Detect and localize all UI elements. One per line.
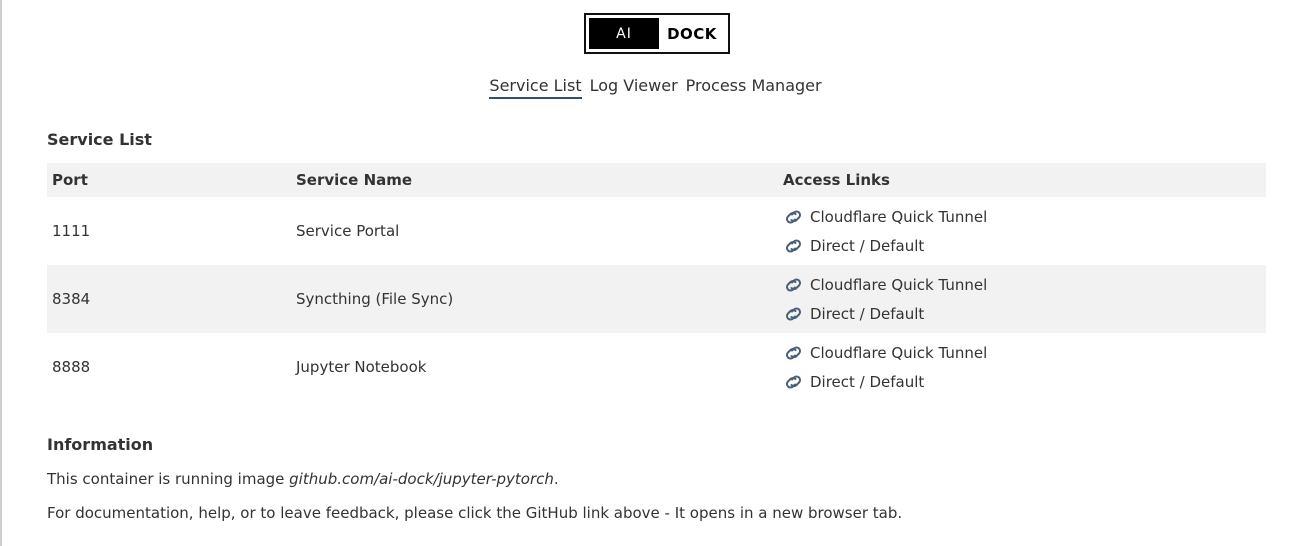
service-name-cell: Service Portal (296, 222, 400, 240)
information-heading: Information (47, 435, 154, 454)
page: AI DOCK Service List Log Viewer Process … (0, 0, 1307, 546)
direct-default-link[interactable]: Direct / Default (783, 231, 1261, 260)
documentation-text: For documentation, help, or to leave fee… (47, 504, 903, 522)
link-label: Direct / Default (810, 372, 925, 391)
port-cell: 8384 (52, 290, 91, 308)
port-cell: 8888 (52, 358, 91, 376)
cloudflare-tunnel-link[interactable]: Cloudflare Quick Tunnel (783, 270, 1261, 299)
image-text-suffix: . (553, 470, 559, 488)
ai-dock-logo: AI DOCK (584, 13, 730, 54)
table-row: 8384 Syncthing (File Sync) Cloudflare Qu… (47, 265, 1266, 333)
nav-service-list[interactable]: Service List (489, 76, 582, 99)
access-links-cell: Cloudflare Quick Tunnel Direct / Default (778, 265, 1266, 333)
main-nav: Service List Log Viewer Process Manager (2, 76, 1307, 99)
column-header-access-links: Access Links (778, 163, 1266, 197)
cloudflare-tunnel-link[interactable]: Cloudflare Quick Tunnel (783, 338, 1261, 367)
logo-ai-block: AI (589, 18, 659, 49)
service-name-cell: Jupyter Notebook (296, 358, 427, 376)
link-label: Cloudflare Quick Tunnel (810, 343, 988, 362)
direct-default-link[interactable]: Direct / Default (783, 299, 1261, 328)
direct-default-link[interactable]: Direct / Default (783, 367, 1261, 396)
service-list-heading: Service List (47, 130, 152, 149)
container-image-text: This container is running image github.c… (47, 470, 559, 488)
logo-dock-text: DOCK (667, 24, 717, 43)
column-header-port: Port (47, 163, 291, 197)
port-cell: 1111 (52, 222, 91, 240)
access-links-cell: Cloudflare Quick Tunnel Direct / Default (778, 333, 1266, 401)
link-icon (785, 209, 802, 224)
table-row: 1111 Service Portal Cloudflare Quick Tun… (47, 197, 1266, 265)
image-name: github.com/ai-dock/jupyter-pytorch (289, 470, 554, 488)
link-icon (785, 374, 802, 389)
link-label: Direct / Default (810, 304, 925, 323)
cloudflare-tunnel-link[interactable]: Cloudflare Quick Tunnel (783, 202, 1261, 231)
service-name-cell: Syncthing (File Sync) (296, 290, 454, 308)
link-icon (785, 238, 802, 253)
table-row: 8888 Jupyter Notebook Cloudflare Quick T… (47, 333, 1266, 401)
nav-process-manager[interactable]: Process Manager (686, 76, 822, 99)
nav-log-viewer[interactable]: Log Viewer (590, 76, 678, 99)
access-links-cell: Cloudflare Quick Tunnel Direct / Default (778, 197, 1266, 265)
column-header-service-name: Service Name (291, 163, 778, 197)
table-header-row: Port Service Name Access Links (47, 163, 1266, 197)
link-label: Cloudflare Quick Tunnel (810, 275, 988, 294)
link-label: Cloudflare Quick Tunnel (810, 207, 988, 226)
service-table: Port Service Name Access Links 1111 Serv… (47, 163, 1266, 401)
link-icon (785, 277, 802, 292)
link-icon (785, 345, 802, 360)
image-text-prefix: This container is running image (47, 470, 290, 488)
link-icon (785, 306, 802, 321)
link-label: Direct / Default (810, 236, 925, 255)
